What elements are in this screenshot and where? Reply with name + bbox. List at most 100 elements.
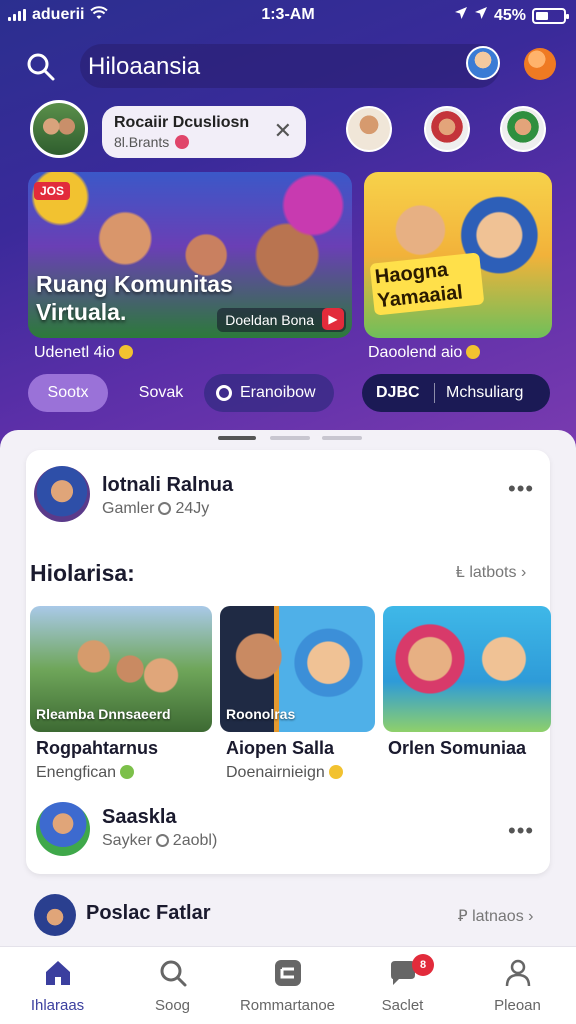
circle-icon [216,385,232,401]
filter-pill[interactable]: Sovak [126,374,196,412]
avatar[interactable] [36,802,90,856]
item-subtitle-text: Enengfican [36,764,117,781]
item-subtitle-text: Doenairnieign [226,764,325,781]
user-meta-right: 2aobl) [172,832,218,849]
avatar[interactable] [34,894,76,936]
chip-title: Rocaiir Dcusliosn [114,114,250,131]
search-input[interactable]: Hiloaansia [80,44,500,88]
media-thumbnail[interactable] [383,606,551,732]
filter-pill[interactable]: Sootx [28,374,108,412]
chevron-right-icon: › [528,908,534,925]
battery-icon [532,7,569,24]
media-thumbnail[interactable]: Rleamba Dnnsaeerd [30,606,212,732]
item-title[interactable]: Orlen Somuniaa [388,738,526,759]
page-indicator [0,436,576,442]
battery-percent: 45% [493,6,526,24]
featured-banner[interactable]: Haogna Yamaaial [364,172,552,338]
filter-pill-group[interactable]: DJBC Mchsuliarg [362,374,550,412]
emoji-icon [120,765,135,779]
community-icon [272,957,304,989]
tab-home[interactable]: Ihlaraas [0,947,115,1024]
banner-caption: Daoolend aio [368,344,481,362]
search-icon [157,957,189,989]
tab-label: Saclet [381,997,424,1014]
tab-community[interactable]: Rommartanoe [230,947,345,1024]
home-icon [42,957,74,989]
user-name[interactable]: Saaskla [102,806,177,829]
location-arrow-icon [454,6,468,25]
filter-pill-label: Eranoibow [240,384,316,401]
story-avatar[interactable] [346,106,392,152]
thumbnail-label: Roonolras [226,706,296,722]
filter-pill-label: Mchsuliarg [446,384,524,401]
filter-pill-label: DJBC [376,384,420,401]
post-meta-left: Gamler [102,500,155,517]
header-region: aduerii 1:3-AM 45% Hiloaansia Rocaiir Dc… [0,0,576,450]
avatar[interactable] [34,466,90,522]
banner-caption-text: Daoolend aio [368,344,463,361]
page-dot[interactable] [322,436,362,440]
post-meta: Gamler 24Jy [102,500,209,518]
profile-icon [502,957,534,989]
chevron-right-icon: › [520,564,527,581]
clock-icon [158,502,172,515]
notification-badge: 8 [412,954,434,976]
coin-icon [466,345,481,359]
item-subtitle: Enengfican [36,764,135,782]
more-options-icon[interactable]: ••• [508,818,534,844]
divider [434,383,435,403]
tab-label: Rommartanoe [239,997,336,1014]
profile-orb-icon[interactable] [524,48,556,80]
post-author-name[interactable]: lotnali Ralnua [102,474,233,497]
avatar[interactable] [466,46,500,80]
item-title[interactable]: Rogpahtarnus [36,738,158,759]
see-all-label: Ⱡ latbots [456,564,517,581]
thumbnail-label: Rleamba Dnnsaeerd [36,706,171,722]
see-all-label: Ꝑ latnaos [458,908,524,925]
banner-caption-text: Udenetl 4io [34,344,115,361]
tab-label: Soog [154,997,191,1014]
play-icon[interactable]: ▶ [322,308,344,330]
media-thumbnail[interactable]: Roonolras [220,606,375,732]
tab-label: Pleoan [494,997,541,1014]
banner-caption: Udenetl 4io [34,344,133,362]
tab-label: Ihlaraas [30,997,85,1014]
user-meta: Sayker 2aobl) [102,832,217,850]
live-badge: JOS [34,182,71,200]
chip-subtitle: 8l.Brants [114,134,190,150]
item-title[interactable]: Aiopen Salla [226,738,334,759]
location-arrow-icon [474,6,488,25]
user-meta-left: Sayker [102,832,152,849]
tab-chat[interactable]: Saclet [345,947,460,1024]
page-dot-active[interactable] [218,436,256,440]
see-all-link[interactable]: Ꝑ latnaos › [458,906,533,926]
close-icon[interactable]: ✕ [274,118,292,144]
search-icon[interactable] [26,52,56,82]
suggestion-chip[interactable]: Rocaiir Dcusliosn 8l.Brants ✕ [102,106,306,158]
status-bar: aduerii 1:3-AM 45% [0,0,576,32]
coin-icon [118,345,133,359]
clock-icon [155,834,169,847]
item-subtitle: Doenairnieign [226,764,343,782]
filter-pill[interactable]: Eranoibow [204,374,334,412]
more-options-icon[interactable]: ••• [508,476,534,502]
tab-profile[interactable]: Pleoan [460,947,575,1024]
page-dot[interactable] [270,436,310,440]
tab-search[interactable]: Soog [115,947,230,1024]
see-all-link[interactable]: Ⱡ latbots › [456,564,526,582]
chip-subtitle-text: 8l.Brants [114,134,170,150]
story-avatar[interactable] [424,106,470,152]
search-row: Hiloaansia [0,40,576,92]
section-title: Poslac Fatlar [86,902,211,924]
stories-row: Rocaiir Dcusliosn 8l.Brants ✕ [0,100,576,160]
emoji-icon [328,765,343,779]
status-right: 45% [454,6,569,25]
section-title: Hiolarisa: [30,560,135,586]
banner-title: Haogna Yamaaial [369,252,485,316]
story-avatar-main[interactable] [30,100,88,158]
battery-fill [536,11,548,20]
filter-row: Sootx Sovak Eranoibow DJBC Mchsuliarg [0,374,576,414]
featured-banner[interactable]: JOS Ruang Komunitas Virtuala. Doeldan Bo… [28,172,352,338]
story-avatar[interactable] [500,106,546,152]
post-meta-right: 24Jy [175,500,210,517]
